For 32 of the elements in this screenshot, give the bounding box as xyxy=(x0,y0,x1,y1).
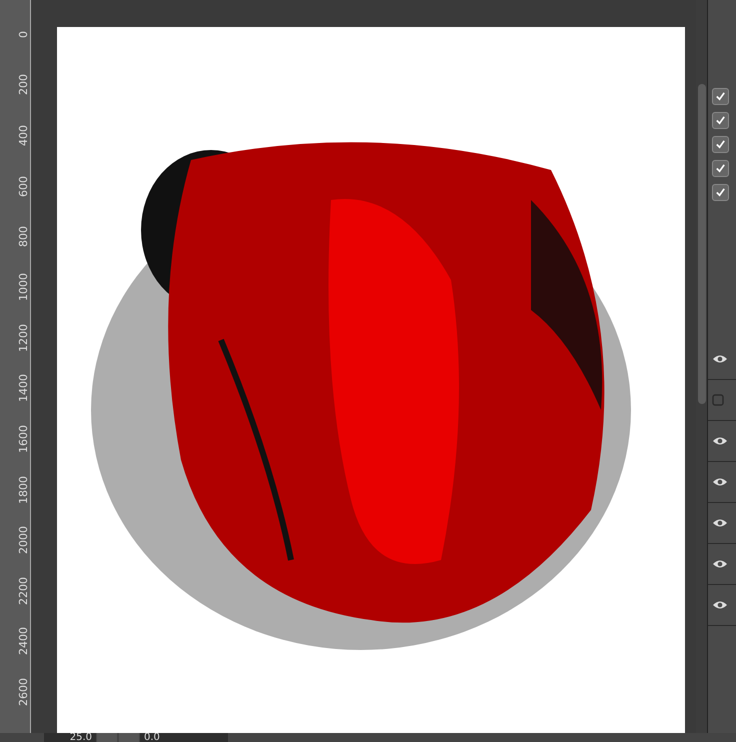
eye-icon[interactable] xyxy=(712,436,728,446)
canvas-paper[interactable] xyxy=(57,27,685,733)
ruler-number: 0 xyxy=(17,30,30,38)
checkbox[interactable] xyxy=(712,88,729,104)
checkbox[interactable] xyxy=(712,184,729,200)
eye-icon[interactable] xyxy=(712,518,728,528)
check-icon xyxy=(715,114,726,126)
check-icon xyxy=(715,186,726,198)
checkbox[interactable] xyxy=(712,160,729,176)
ruler-number: 400 xyxy=(17,124,30,146)
ruler-number: 800 xyxy=(17,226,30,248)
ruler-number: 1200 xyxy=(17,324,30,352)
eye-icon[interactable] xyxy=(712,559,728,569)
checkbox[interactable] xyxy=(712,136,729,152)
eye-icon[interactable] xyxy=(712,477,728,487)
ruler-number: 2600 xyxy=(17,678,30,706)
eye-icon[interactable] xyxy=(712,354,728,364)
eye-icon[interactable] xyxy=(712,600,728,610)
ruler-number: 1800 xyxy=(17,476,30,504)
ruler-number: 1600 xyxy=(17,425,30,454)
check-icon xyxy=(715,162,726,174)
ruler-number: 1000 xyxy=(17,273,30,302)
ruler-number: 2000 xyxy=(17,526,30,554)
check-icon xyxy=(715,138,726,150)
checkbox[interactable] xyxy=(712,112,729,128)
check-icon xyxy=(715,90,726,102)
ruler-number: 200 xyxy=(17,74,30,96)
ruler-number: 600 xyxy=(17,176,30,197)
ruler-number: 1400 xyxy=(17,374,30,402)
ruler-number: 2400 xyxy=(17,627,30,656)
ruler-number: 2200 xyxy=(17,576,30,605)
vertical-scrollbar[interactable] xyxy=(696,0,707,733)
